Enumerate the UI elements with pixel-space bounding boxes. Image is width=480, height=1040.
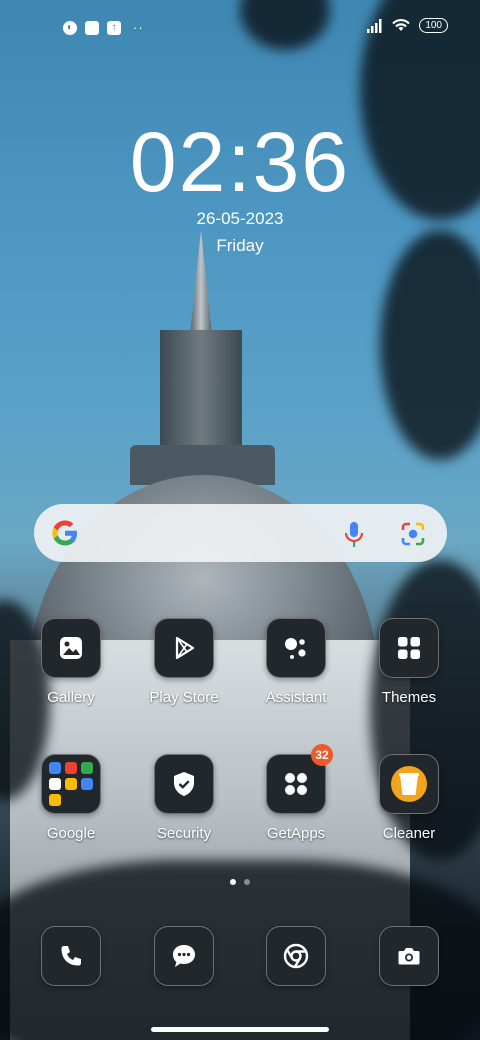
signal-icon bbox=[367, 18, 382, 33]
google-g-icon bbox=[52, 520, 77, 546]
folder-google[interactable]: Google bbox=[21, 754, 121, 842]
google-folder-icon bbox=[41, 754, 101, 814]
microphone-icon[interactable] bbox=[340, 519, 368, 549]
app-assistant[interactable]: Assistant bbox=[246, 618, 346, 706]
clock-date: 26-05-2023 bbox=[196, 209, 284, 228]
chrome-icon bbox=[266, 926, 326, 986]
lens-icon[interactable] bbox=[399, 520, 427, 548]
app-security[interactable]: Security bbox=[134, 754, 234, 842]
clock-day: Friday bbox=[216, 236, 264, 255]
app-label: Themes bbox=[381, 689, 437, 706]
play-store-icon bbox=[154, 618, 214, 678]
page-indicator bbox=[0, 879, 480, 885]
app-label: GetApps bbox=[266, 825, 326, 842]
nfc-icon: ◐ bbox=[63, 20, 77, 35]
square-icon bbox=[85, 20, 99, 35]
app-label: Cleaner bbox=[382, 825, 436, 842]
phone-icon bbox=[41, 926, 101, 986]
cleaner-icon bbox=[379, 754, 439, 814]
security-shield-icon bbox=[154, 754, 214, 814]
app-label: Security bbox=[156, 825, 212, 842]
overflow-indicator: ·· bbox=[133, 20, 144, 35]
page-dot bbox=[244, 879, 250, 885]
app-label: Google bbox=[46, 825, 96, 842]
wifi-icon bbox=[392, 19, 411, 31]
themes-icon bbox=[379, 618, 439, 678]
page-dot-active bbox=[230, 879, 236, 885]
app-gallery[interactable]: Gallery bbox=[21, 618, 121, 706]
dock-messages[interactable] bbox=[134, 926, 234, 986]
gesture-home-bar[interactable] bbox=[151, 1027, 329, 1032]
notification-badge: 32 bbox=[311, 744, 333, 766]
app-label: Play Store bbox=[149, 689, 219, 706]
status-bar: ◐ ↑ ·· 100 bbox=[0, 14, 480, 42]
app-label: Gallery bbox=[47, 689, 95, 706]
messages-icon bbox=[154, 926, 214, 986]
app-label: Assistant bbox=[265, 689, 327, 706]
dock-camera[interactable] bbox=[359, 926, 459, 986]
app-play-store[interactable]: Play Store bbox=[134, 618, 234, 706]
wallpaper-foliage bbox=[380, 230, 480, 460]
battery-indicator: 100 bbox=[419, 18, 448, 33]
app-getapps[interactable]: 32 GetApps bbox=[246, 744, 346, 842]
home-screen: ◐ ↑ ·· 100 02:36 26-05-2023 Friday Galle… bbox=[0, 0, 480, 1040]
clock-time[interactable]: 02:36 bbox=[0, 112, 480, 212]
wallpaper-tower bbox=[160, 330, 242, 450]
dock-phone[interactable] bbox=[21, 926, 121, 986]
camera-icon bbox=[379, 926, 439, 986]
assistant-icon bbox=[266, 618, 326, 678]
google-search-bar[interactable] bbox=[34, 504, 447, 562]
upload-icon: ↑ bbox=[107, 20, 121, 35]
dock-chrome[interactable] bbox=[246, 926, 346, 986]
gallery-icon bbox=[41, 618, 101, 678]
app-themes[interactable]: Themes bbox=[359, 618, 459, 706]
app-cleaner[interactable]: Cleaner bbox=[359, 754, 459, 842]
